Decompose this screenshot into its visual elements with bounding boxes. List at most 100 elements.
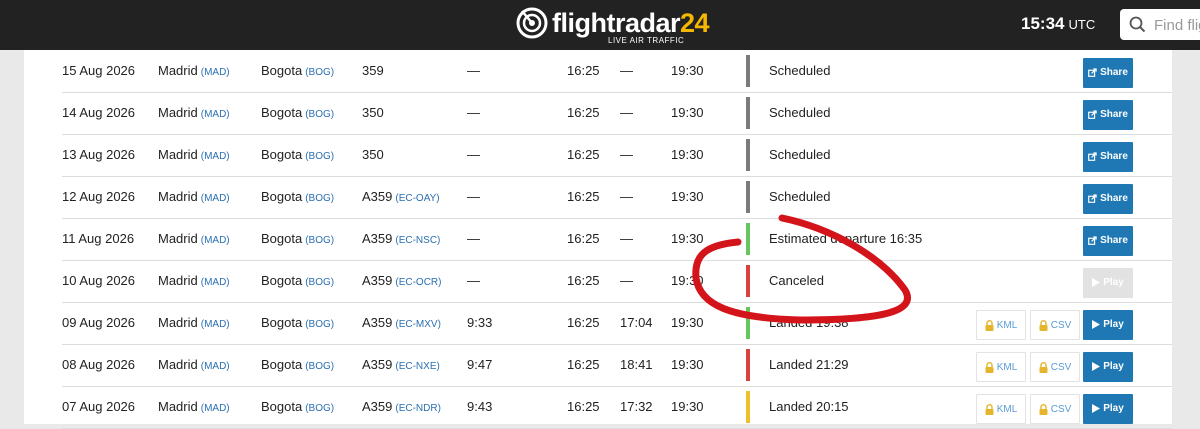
origin-cell: Madrid (MAD) <box>158 260 230 301</box>
flight-row[interactable]: 10 Aug 2026 Madrid (MAD) Bogota (BOG) A359 (EC… <box>62 260 1172 303</box>
flightradar24-logo[interactable]: flightradar24 LIVE AIR TRAFFIC <box>516 5 710 45</box>
destination-cell: Bogota (BOG) <box>261 260 334 301</box>
aircraft-cell-code[interactable]: (EC-NXE) <box>395 361 439 372</box>
play-icon <box>1092 361 1101 371</box>
csv-download-button[interactable]: CSV <box>1030 352 1080 382</box>
status-cell: Landed 21:29 <box>769 357 849 372</box>
destination-cell-text: Bogota <box>261 231 303 246</box>
aircraft-cell-code[interactable]: (EC-MXV) <box>395 319 441 330</box>
flight-history-panel: 15 Aug 2026 Madrid (MAD) Bogota (BOG) 359—16:… <box>24 50 1172 429</box>
destination-cell-text: Bogota <box>261 399 303 414</box>
play-button-disabled[interactable]: Play <box>1083 268 1133 298</box>
share-button[interactable]: Share <box>1083 142 1133 172</box>
status-indicator-bar <box>746 391 750 423</box>
flight-time-cell-text: 9:43 <box>467 399 493 414</box>
flight-row[interactable]: 09 Aug 2026 Madrid (MAD) Bogota (BOG) A359 (EC… <box>62 302 1172 345</box>
aircraft-cell-text: A359 <box>362 357 393 372</box>
std-cell: 16:25 <box>567 386 600 427</box>
flight-row[interactable]: 08 Aug 2026 Madrid (MAD) Bogota (BOG) A359 (EC… <box>62 344 1172 387</box>
search-input[interactable] <box>1152 14 1200 36</box>
atd-cell: — <box>620 260 633 301</box>
destination-cell-code[interactable]: (BOG) <box>305 319 334 330</box>
kml-download-button[interactable]: KML <box>976 310 1026 340</box>
origin-cell-code[interactable]: (MAD) <box>201 193 230 204</box>
date-cell: 11 Aug 2026 <box>62 218 134 259</box>
radar-icon <box>516 7 548 39</box>
destination-cell-text: Bogota <box>261 189 303 204</box>
destination-cell-code[interactable]: (BOG) <box>305 235 334 246</box>
share-button-label: Share <box>1100 193 1128 204</box>
share-button[interactable]: Share <box>1083 184 1133 214</box>
share-icon <box>1088 152 1097 161</box>
play-button[interactable]: Play <box>1083 352 1133 382</box>
kml-download-button[interactable]: KML <box>976 394 1026 424</box>
aircraft-cell-code[interactable]: (EC-NSC) <box>395 235 440 246</box>
destination-cell-code[interactable]: (BOG) <box>305 109 334 120</box>
play-button[interactable]: Play <box>1083 310 1133 340</box>
status-indicator-bar <box>746 265 750 297</box>
destination-cell: Bogota (BOG) <box>261 344 334 385</box>
origin-cell-code[interactable]: (MAD) <box>201 319 230 330</box>
std-cell-text: 16:25 <box>567 315 600 330</box>
flight-time-cell: — <box>467 260 480 301</box>
flight-row[interactable]: 13 Aug 2026 Madrid (MAD) Bogota (BOG) 350 — 16:… <box>62 134 1172 177</box>
atd-cell: — <box>620 134 633 175</box>
date-cell-text: 12 Aug 2026 <box>62 189 136 204</box>
aircraft-cell-text: A359 <box>362 399 393 414</box>
status-cell: Scheduled <box>769 189 831 204</box>
sta-cell-text: 19:30 <box>671 105 704 120</box>
flight-time-cell-text: 9:33 <box>467 315 493 330</box>
date-cell-text: 15 Aug 2026 <box>62 63 136 78</box>
aircraft-cell-code[interactable]: (EC-OAY) <box>395 193 439 204</box>
destination-cell-code[interactable]: (BOG) <box>305 403 334 414</box>
destination-cell-code[interactable]: (BOG) <box>305 193 334 204</box>
aircraft-cell-code[interactable]: (EC-OCR) <box>395 277 441 288</box>
flight-row[interactable]: 11 Aug 2026 Madrid (MAD) Bogota (BOG) A359 (EC… <box>62 218 1172 261</box>
origin-cell-code[interactable]: (MAD) <box>201 109 230 120</box>
flight-time-cell-text: — <box>467 147 480 162</box>
origin-cell-code[interactable]: (MAD) <box>201 235 230 246</box>
origin-cell-code[interactable]: (MAD) <box>201 67 230 78</box>
share-button[interactable]: Share <box>1083 226 1133 256</box>
origin-cell-code[interactable]: (MAD) <box>201 403 230 414</box>
aircraft-cell: A359 (EC-NSC) <box>362 218 440 259</box>
csv-download-button[interactable]: CSV <box>1030 310 1080 340</box>
origin-cell-code[interactable]: (MAD) <box>201 151 230 162</box>
destination-cell-code[interactable]: (BOG) <box>305 361 334 372</box>
logo-tagline: LIVE AIR TRAFFIC <box>608 36 685 45</box>
aircraft-cell: A359 (EC-OCR) <box>362 260 441 301</box>
origin-cell-code[interactable]: (MAD) <box>201 361 230 372</box>
flight-row[interactable]: 12 Aug 2026 Madrid (MAD) Bogota (BOG) A359 (EC… <box>62 176 1172 219</box>
std-cell-text: 16:25 <box>567 357 600 372</box>
destination-cell-text: Bogota <box>261 105 303 120</box>
sta-cell: 19:30 <box>671 176 704 217</box>
destination-cell-code[interactable]: (BOG) <box>305 151 334 162</box>
aircraft-cell-text: A359 <box>362 189 393 204</box>
csv-download-button[interactable]: CSV <box>1030 394 1080 424</box>
origin-cell-code[interactable]: (MAD) <box>201 277 230 288</box>
destination-cell-text: Bogota <box>261 315 303 330</box>
play-button[interactable]: Play <box>1083 394 1133 424</box>
sta-cell-text: 19:30 <box>671 315 704 330</box>
flight-row[interactable]: 14 Aug 2026 Madrid (MAD) Bogota (BOG) 350 — 16:… <box>62 92 1172 135</box>
share-icon <box>1088 194 1097 203</box>
destination-cell-code[interactable]: (BOG) <box>305 277 334 288</box>
date-cell-text: 14 Aug 2026 <box>62 105 136 120</box>
flight-row[interactable]: 15 Aug 2026 Madrid (MAD) Bogota (BOG) 359 — 16:… <box>62 50 1172 93</box>
share-icon <box>1088 110 1097 119</box>
date-cell-text: 10 Aug 2026 <box>62 273 136 288</box>
search-box[interactable] <box>1120 9 1200 40</box>
origin-cell-text: Madrid <box>158 273 198 288</box>
sta-cell: 19:30 <box>671 344 704 385</box>
flight-time-cell: 9:33 <box>467 302 492 343</box>
kml-download-button[interactable]: KML <box>976 352 1026 382</box>
share-button-label: Share <box>1100 67 1128 78</box>
aircraft-cell-code[interactable]: (EC-NDR) <box>395 403 441 414</box>
share-button[interactable]: Share <box>1083 58 1133 88</box>
share-button[interactable]: Share <box>1083 100 1133 130</box>
status-cell: Scheduled <box>769 105 831 120</box>
atd-cell-text: 17:32 <box>620 399 653 414</box>
flight-row[interactable]: 07 Aug 2026 Madrid (MAD) Bogota (BOG) A359 (EC… <box>62 386 1172 429</box>
destination-cell-code[interactable]: (BOG) <box>305 67 334 78</box>
destination-cell: Bogota (BOG) <box>261 50 334 91</box>
